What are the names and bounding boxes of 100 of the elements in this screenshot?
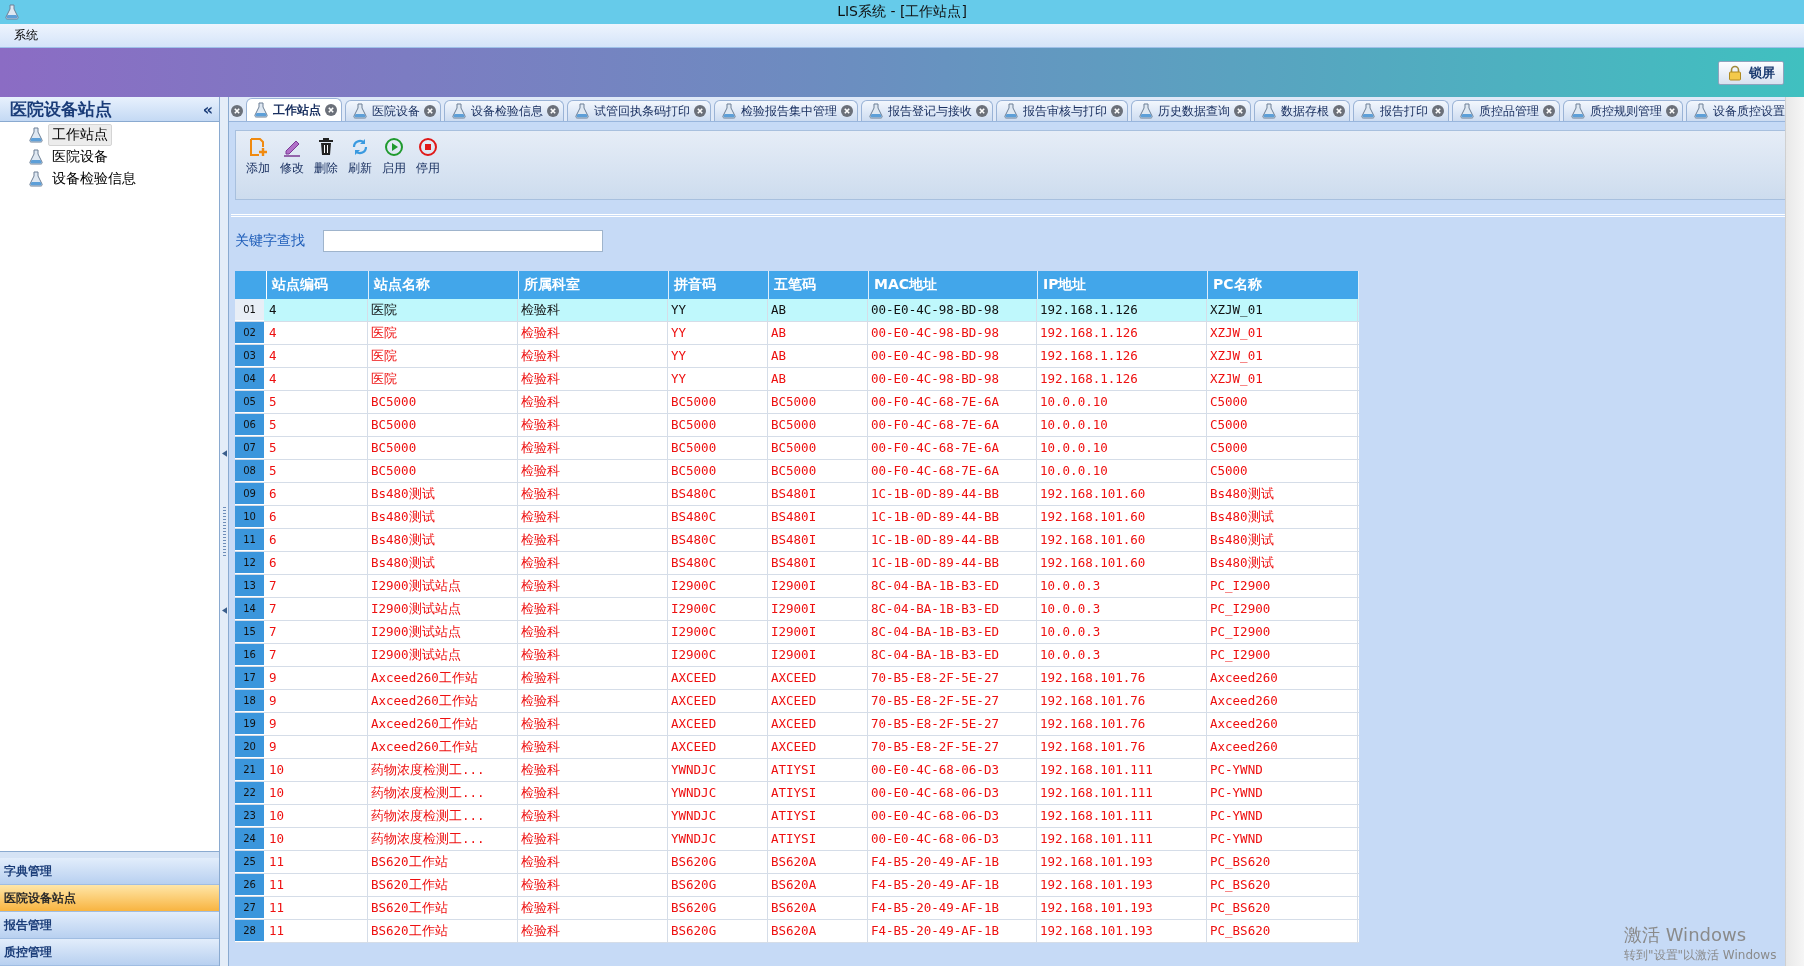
table-row[interactable]: 12 6 Bs480测试 检验科 BS480C BS480I 1C-1B-0D-89-44-BB 192.168.101.60 Bs480测试 xyxy=(235,552,1359,575)
table-row[interactable]: 08 5 BC5000 检验科 BC5000 BC5000 00-F0-4C-68-7E-6A 10.0.0.10 C5000 xyxy=(235,460,1359,483)
tab[interactable]: 数据存根 xyxy=(1254,100,1350,121)
table-cell: 4 xyxy=(266,345,368,367)
tab[interactable]: 检验报告集中管理 xyxy=(714,100,858,121)
close-icon[interactable] xyxy=(231,105,243,117)
tab[interactable]: 报告打印 xyxy=(1353,100,1449,121)
row-number: 13 xyxy=(235,575,264,597)
tab[interactable]: 质控品管理 xyxy=(1452,100,1560,121)
table-row[interactable]: 15 7 I2900测试站点 检验科 I2900C I2900I 8C-04-BA-1B-B3-ED 10.0.0.3 PC_I2900 xyxy=(235,621,1359,644)
table-row[interactable]: 07 5 BC5000 检验科 BC5000 BC5000 00-F0-4C-68-7E-6A 10.0.0.10 C5000 xyxy=(235,437,1359,460)
close-icon[interactable] xyxy=(1666,105,1678,117)
table-cell: 8C-04-BA-1B-B3-ED xyxy=(868,598,1037,620)
table-row[interactable]: 27 11 BS620工作站 检验科 BS620G BS620A F4-B5-20-49-AF-1B 192.168.101.193 PC_BS620 xyxy=(235,897,1359,920)
tab[interactable]: 报告审核与打印 xyxy=(996,100,1128,121)
table-row[interactable]: 03 4 医院 检验科 YY AB 00-E0-4C-98-BD-98 192.168.1.126 XZJW_01 xyxy=(235,345,1359,368)
tab[interactable]: 报告登记与接收 xyxy=(861,100,993,121)
table-cell: BC5000 xyxy=(668,391,768,413)
splitter-grip[interactable] xyxy=(222,506,226,557)
accordion-section[interactable]: 医院设备站点 xyxy=(0,885,219,912)
tree-item[interactable]: 设备检验信息 xyxy=(48,168,140,190)
table-cell: BS480I xyxy=(768,506,868,528)
close-icon[interactable] xyxy=(547,105,559,117)
table-cell: 192.168.101.60 xyxy=(1037,552,1207,574)
accordion-section[interactable]: 质控管理 xyxy=(0,939,219,966)
table-row[interactable]: 21 10 药物浓度检测工... 检验科 YWNDJC ATIYSI 00-E0-4C-68-06-D3 192.168.101.111 PC-YWND xyxy=(235,759,1359,782)
table-row[interactable]: 16 7 I2900测试站点 检验科 I2900C I2900I 8C-04-BA-1B-B3-ED 10.0.0.3 PC_I2900 xyxy=(235,644,1359,667)
table-row[interactable]: 20 9 Axceed260工作站 检验科 AXCEED AXCEED 70-B5-E8-2F-5E-27 192.168.101.76 Axceed260 xyxy=(235,736,1359,759)
tab[interactable]: 设备检验信息 xyxy=(444,100,564,121)
table-cell: 00-F0-4C-68-7E-6A xyxy=(868,437,1037,459)
tree-item[interactable]: 工作站点 xyxy=(48,124,112,146)
table-cell: 7 xyxy=(266,598,368,620)
close-icon[interactable] xyxy=(976,105,988,117)
table-cell: C5000 xyxy=(1207,460,1358,482)
table-row[interactable]: 22 10 药物浓度检测工... 检验科 YWNDJC ATIYSI 00-E0-4C-68-06-D3 192.168.101.111 PC-YWND xyxy=(235,782,1359,805)
table-row[interactable]: 18 9 Axceed260工作站 检验科 AXCEED AXCEED 70-B5-E8-2F-5E-27 192.168.101.76 Axceed260 xyxy=(235,690,1359,713)
table-row[interactable]: 23 10 药物浓度检测工... 检验科 YWNDJC ATIYSI 00-E0-4C-68-06-D3 192.168.101.111 PC-YWND xyxy=(235,805,1359,828)
toolbar-button[interactable]: 停用 xyxy=(412,137,444,177)
table-row[interactable]: 02 4 医院 检验科 YY AB 00-E0-4C-98-BD-98 192.168.1.126 XZJW_01 xyxy=(235,322,1359,345)
table-cell: 检验科 xyxy=(518,575,668,597)
table-cell: 7 xyxy=(266,621,368,643)
table-row[interactable]: 24 10 药物浓度检测工... 检验科 YWNDJC ATIYSI 00-E0-4C-68-06-D3 192.168.101.111 PC-YWND xyxy=(235,828,1359,851)
close-icon[interactable] xyxy=(841,105,853,117)
search-field[interactable] xyxy=(323,230,603,252)
table-cell: YY xyxy=(668,368,768,390)
tab[interactable]: 设备质控设置 xyxy=(1686,100,1785,121)
accordion-section[interactable]: 报告管理 xyxy=(0,912,219,939)
table-row[interactable]: 17 9 Axceed260工作站 检验科 AXCEED AXCEED 70-B5-E8-2F-5E-27 192.168.101.76 Axceed260 xyxy=(235,667,1359,690)
collapse-button[interactable]: « xyxy=(202,99,213,119)
close-icon[interactable] xyxy=(325,104,337,116)
flask-icon xyxy=(1261,103,1277,119)
tab[interactable]: 工作站点 xyxy=(246,98,342,121)
toolbar-button[interactable]: 刷新 xyxy=(344,137,376,177)
close-icon[interactable] xyxy=(1543,105,1555,117)
table-row[interactable]: 05 5 BC5000 检验科 BC5000 BC5000 00-F0-4C-68-7E-6A 10.0.0.10 C5000 xyxy=(235,391,1359,414)
table-cell: 1C-1B-0D-89-44-BB xyxy=(868,529,1037,551)
table-row[interactable]: 19 9 Axceed260工作站 检验科 AXCEED AXCEED 70-B5-E8-2F-5E-27 192.168.101.76 Axceed260 xyxy=(235,713,1359,736)
table-row[interactable]: 01 4 医院 检验科 YY AB 00-E0-4C-98-BD-98 192.168.1.126 XZJW_01 xyxy=(235,299,1359,322)
table-cell: PC-YWND xyxy=(1207,782,1358,804)
tab[interactable]: 历史数据查询 xyxy=(1131,100,1251,121)
table-row[interactable]: 25 11 BS620工作站 检验科 BS620G BS620A F4-B5-20-49-AF-1B 192.168.101.193 PC_BS620 xyxy=(235,851,1359,874)
table-cell: 检验科 xyxy=(518,368,668,390)
tab[interactable]: 质控规则管理 xyxy=(1563,100,1683,121)
table-row[interactable]: 09 6 Bs480测试 检验科 BS480C BS480I 1C-1B-0D-89-44-BB 192.168.101.60 Bs480测试 xyxy=(235,483,1359,506)
table-row[interactable]: 14 7 I2900测试站点 检验科 I2900C I2900I 8C-04-BA-1B-B3-ED 10.0.0.3 PC_I2900 xyxy=(235,598,1359,621)
tab[interactable]: 医院设备 xyxy=(345,100,441,121)
table-row[interactable]: 13 7 I2900测试站点 检验科 I2900C I2900I 8C-04-BA-1B-B3-ED 10.0.0.3 PC_I2900 xyxy=(235,575,1359,598)
table-cell: 192.168.1.126 xyxy=(1037,322,1207,344)
close-icon[interactable] xyxy=(424,105,436,117)
table-row[interactable]: 10 6 Bs480测试 检验科 BS480C BS480I 1C-1B-0D-89-44-BB 192.168.101.60 Bs480测试 xyxy=(235,506,1359,529)
table-row[interactable]: 06 5 BC5000 检验科 BC5000 BC5000 00-F0-4C-68-7E-6A 10.0.0.10 C5000 xyxy=(235,414,1359,437)
table-cell: YY xyxy=(668,345,768,367)
table-cell: 6 xyxy=(266,483,368,505)
table-row[interactable]: 26 11 BS620工作站 检验科 BS620G BS620A F4-B5-20-49-AF-1B 192.168.101.193 PC_BS620 xyxy=(235,874,1359,897)
close-icon[interactable] xyxy=(1432,105,1444,117)
menu-item[interactable]: 系统 xyxy=(14,27,38,44)
app-icon xyxy=(4,4,20,20)
row-number: 02 xyxy=(235,322,264,344)
toolbar-button[interactable]: 修改 xyxy=(276,137,308,177)
lock-button[interactable]: 锁屏 xyxy=(1718,60,1784,85)
toolbar-button[interactable]: 启用 xyxy=(378,137,410,177)
splitter-grip[interactable] xyxy=(0,851,219,858)
table-row[interactable]: 28 11 BS620工作站 检验科 BS620G BS620A F4-B5-20-49-AF-1B 192.168.101.193 PC_BS620 xyxy=(235,920,1359,943)
close-icon[interactable] xyxy=(694,105,706,117)
table-row[interactable]: 11 6 Bs480测试 检验科 BS480C BS480I 1C-1B-0D-89-44-BB 192.168.101.60 Bs480测试 xyxy=(235,529,1359,552)
table-cell: PC_BS620 xyxy=(1207,851,1358,873)
table-cell: Bs480测试 xyxy=(368,506,518,528)
toolbar-button[interactable]: 删除 xyxy=(310,137,342,177)
flask-icon xyxy=(352,103,368,119)
close-icon[interactable] xyxy=(1333,105,1345,117)
close-icon[interactable] xyxy=(1234,105,1246,117)
accordion-section[interactable]: 字典管理 xyxy=(0,858,219,885)
close-icon[interactable] xyxy=(1111,105,1123,117)
toolbar-button[interactable]: 添加 xyxy=(242,137,274,177)
row-number: 23 xyxy=(235,805,264,827)
table-row[interactable]: 04 4 医院 检验科 YY AB 00-E0-4C-98-BD-98 192.168.1.126 XZJW_01 xyxy=(235,368,1359,391)
table-cell: BC5000 xyxy=(368,460,518,482)
tab[interactable]: 试管回执条码打印 xyxy=(567,100,711,121)
tree-item[interactable]: 医院设备 xyxy=(48,146,112,168)
scrollbar[interactable] xyxy=(1785,97,1804,966)
